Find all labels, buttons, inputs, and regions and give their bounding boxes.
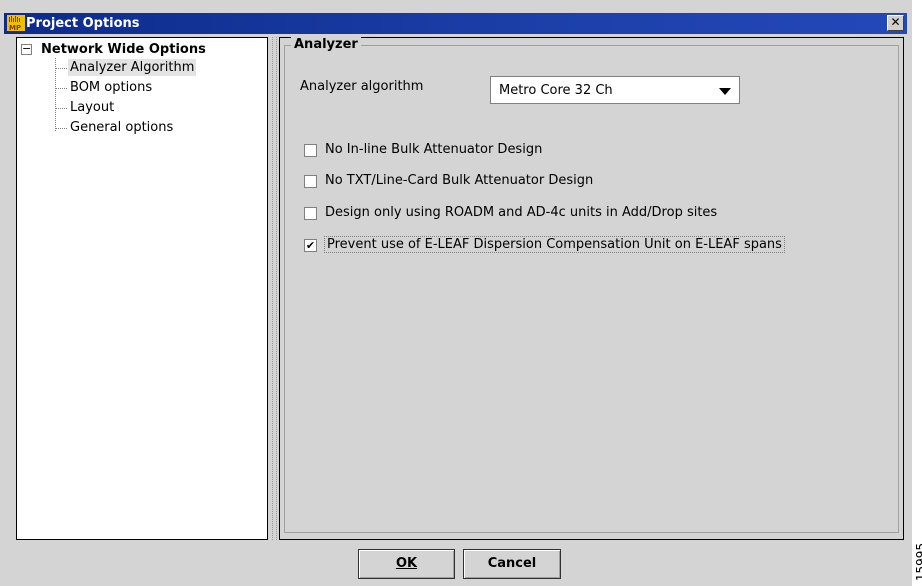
svg-text:MP: MP xyxy=(9,24,21,31)
option-label[interactable]: No TXT/Line-Card Bulk Attenuator Design xyxy=(324,173,594,188)
chevron-down-icon[interactable] xyxy=(719,88,731,95)
option-label[interactable]: Design only using ROADM and AD-4c units … xyxy=(324,205,718,220)
project-options-dialog: MP Project Options ✕ − Network Wide Opti… xyxy=(0,0,912,586)
tree-item-label[interactable]: BOM options xyxy=(68,79,154,96)
checkbox[interactable] xyxy=(304,207,317,220)
group-title: Analyzer xyxy=(291,37,361,52)
ok-label: OK xyxy=(395,556,418,571)
tree-branch xyxy=(55,88,67,89)
panel-splitter[interactable] xyxy=(272,37,277,540)
tree-item-label[interactable]: General options xyxy=(68,119,175,136)
option-label[interactable]: No In-line Bulk Attenuator Design xyxy=(324,142,543,157)
tree-root-label[interactable]: Network Wide Options xyxy=(41,42,206,57)
tree-branch xyxy=(55,128,67,129)
checkbox-checked[interactable]: ✔ xyxy=(304,239,317,252)
cancel-button[interactable]: Cancel xyxy=(463,549,561,579)
close-button[interactable]: ✕ xyxy=(887,15,904,31)
collapse-icon[interactable]: − xyxy=(21,43,32,55)
tree-branch xyxy=(55,68,67,69)
tree-branch xyxy=(55,108,67,109)
analyzer-panel: Analyzer Analyzer algorithm Metro Core 3… xyxy=(279,37,904,540)
window-title: Project Options xyxy=(26,16,140,31)
tree-item-label[interactable]: Analyzer Algorithm xyxy=(68,59,197,76)
algorithm-value: Metro Core 32 Ch xyxy=(499,83,613,98)
tree-item-label[interactable]: Layout xyxy=(68,99,116,116)
checkbox[interactable] xyxy=(304,144,317,157)
algorithm-label: Analyzer algorithm xyxy=(300,79,424,94)
figure-id: 15995 xyxy=(913,542,922,582)
title-bar[interactable]: MP Project Options ✕ xyxy=(4,13,907,34)
algorithm-dropdown[interactable]: Metro Core 32 Ch xyxy=(490,76,740,104)
options-tree: − Network Wide Options Analyzer Algorith… xyxy=(16,37,268,540)
app-icon: MP xyxy=(7,15,25,31)
analyzer-group: Analyzer Analyzer algorithm Metro Core 3… xyxy=(284,37,899,533)
cancel-label: Cancel xyxy=(487,556,537,571)
ok-button[interactable]: OK xyxy=(358,549,455,579)
option-label[interactable]: Prevent use of E-LEAF Dispersion Compens… xyxy=(324,236,785,253)
checkbox[interactable] xyxy=(304,175,317,188)
